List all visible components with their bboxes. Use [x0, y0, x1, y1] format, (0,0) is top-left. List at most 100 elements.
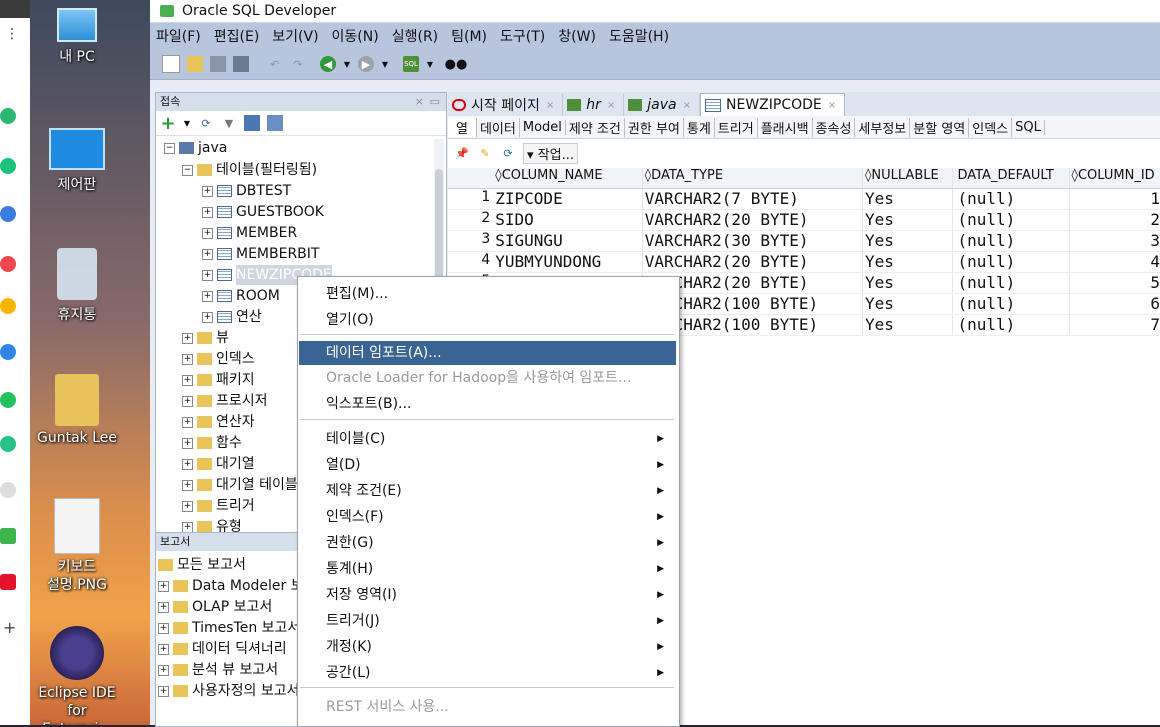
expand-icon[interactable]: +	[158, 580, 169, 592]
tree-node[interactable]: + 함수	[182, 433, 242, 453]
close-icon[interactable]: ×	[828, 100, 836, 111]
tab-newzipcode[interactable]: NEWZIPCODE ×	[700, 93, 846, 116]
menu-window[interactable]: 창(W)	[558, 26, 596, 46]
expand-icon[interactable]: +	[158, 601, 169, 613]
refresh-icon[interactable]: ⟳	[198, 115, 214, 131]
expand-icon[interactable]: +	[182, 332, 193, 344]
table-row[interactable]: 1 ZIPCODE VARCHAR2(7 BYTE) Yes (null) 1	[448, 189, 1160, 210]
expand-icon[interactable]: +	[182, 521, 193, 533]
app-avatar-icon[interactable]	[0, 482, 16, 498]
tree-node[interactable]: + 대기열 테이블	[182, 475, 298, 495]
desktop-icon-keyboard-png[interactable]: 키보드 설명.PNG	[32, 498, 122, 594]
menu-file[interactable]: 파일(F)	[156, 26, 201, 46]
collapse-icon[interactable]: −	[164, 142, 175, 154]
actions-dropdown[interactable]: ▾ 작업...	[523, 142, 578, 164]
tree-node[interactable]: + 연산자	[182, 412, 255, 432]
expand-icon[interactable]: +	[182, 374, 193, 386]
tree-node[interactable]: + 인덱스	[182, 349, 255, 369]
context-menu-item[interactable]: 트리거(J) ▶	[299, 609, 676, 633]
app-chat-icon[interactable]	[0, 158, 16, 174]
tree-node[interactable]: − 테이블(필터링됨)	[182, 160, 317, 180]
desktop-icon-control-panel[interactable]: 제어판	[32, 128, 122, 194]
pin-icon[interactable]: 📌	[454, 145, 470, 161]
context-menu-item[interactable]: 인덱스(F) ▶	[299, 505, 676, 529]
table-row[interactable]: 2 SIDO VARCHAR2(20 BYTE) Yes (null) 2	[448, 210, 1160, 231]
collapse-icon[interactable]: −	[182, 164, 193, 176]
binoculars-icon[interactable]: ●●	[445, 56, 468, 72]
app-news-icon[interactable]	[0, 528, 16, 544]
app-play-icon[interactable]	[0, 436, 16, 452]
forward-icon[interactable]: ▶	[358, 56, 374, 72]
new-icon[interactable]	[162, 55, 180, 73]
tab-java[interactable]: java ×	[624, 94, 701, 116]
expand-icon[interactable]: +	[158, 664, 169, 676]
menu-navigate[interactable]: 이동(N)	[332, 26, 379, 46]
expand-icon[interactable]: +	[182, 500, 193, 512]
more-icon[interactable]: ⋮	[5, 26, 19, 42]
subtab[interactable]: SQL	[1012, 119, 1045, 135]
app-heart-icon[interactable]	[0, 256, 16, 272]
context-menu-item[interactable]: 열(D) ▶	[299, 453, 676, 477]
app-now-icon[interactable]	[0, 574, 16, 590]
menu-tools[interactable]: 도구(T)	[500, 26, 545, 46]
menu-team[interactable]: 팀(M)	[451, 26, 487, 46]
context-menu-item[interactable]: 열기(O)	[299, 308, 676, 332]
add-dropdown-icon[interactable]: ▼	[183, 115, 191, 131]
expand-icon[interactable]: +	[202, 290, 213, 302]
expand-icon[interactable]: +	[182, 395, 193, 407]
filter-icon[interactable]: ▼	[221, 115, 237, 131]
close-icon[interactable]: ×	[607, 100, 615, 111]
expand-icon[interactable]: +	[182, 353, 193, 365]
tree-node[interactable]: + MEMBERBIT	[202, 244, 319, 264]
close-icon[interactable]: ×	[415, 93, 424, 111]
report-node[interactable]: + OLAP 보고서	[158, 597, 272, 617]
forward-dropdown-icon[interactable]: ▼	[381, 56, 389, 72]
subtab[interactable]: 데이터	[477, 117, 520, 137]
tree-node[interactable]: + 트리거	[182, 496, 255, 516]
context-menu-item[interactable]: 통계(H) ▶	[299, 557, 676, 581]
tree-node[interactable]: − java	[164, 138, 227, 158]
report-node[interactable]: + 사용자정의 보고서	[158, 681, 300, 701]
desktop-icon-mypc[interactable]: 내 PC	[32, 0, 122, 66]
schema-browser-icon[interactable]	[244, 115, 260, 131]
expand-icon[interactable]: +	[158, 685, 169, 697]
report-node[interactable]: + TimesTen 보고서	[158, 618, 300, 638]
context-menu-item[interactable]: 제약 조건(E) ▶	[299, 479, 676, 503]
subtab[interactable]: 권한 부여	[625, 117, 684, 137]
redo-icon[interactable]: ↷	[290, 56, 306, 72]
close-icon[interactable]: ×	[683, 100, 691, 111]
subtab[interactable]: 분할 영역	[910, 117, 970, 137]
tree-node[interactable]: + DBTEST	[202, 181, 291, 201]
add-icon[interactable]: +	[3, 618, 16, 637]
report-node[interactable]: + 데이터 딕셔너리	[158, 639, 287, 659]
report-node[interactable]: 모든 보고서	[158, 555, 246, 575]
context-menu-item[interactable]: 편집(M)...	[299, 282, 676, 306]
expand-icon[interactable]: +	[202, 248, 213, 260]
expand-icon[interactable]: +	[202, 269, 213, 281]
col-header-default[interactable]: DATA_DEFAULT	[953, 168, 1070, 188]
edit-icon[interactable]: ✎	[477, 145, 493, 161]
undo-icon[interactable]: ↶	[267, 56, 283, 72]
subtab[interactable]: 제약 조건	[566, 117, 625, 137]
refresh-icon[interactable]: ⟳	[500, 145, 516, 161]
tree-node[interactable]: + 프로시저	[182, 391, 268, 411]
report-node[interactable]: + 분석 뷰 보고서	[158, 660, 278, 680]
tree-node[interactable]: + 뷰	[182, 328, 229, 348]
subtab[interactable]: 트리거	[715, 117, 758, 137]
back-dropdown-icon[interactable]: ▼	[343, 56, 351, 72]
expand-icon[interactable]: +	[202, 185, 213, 197]
tree-node[interactable]: + GUESTBOOK	[202, 202, 324, 222]
subtab[interactable]: 세부정보	[855, 117, 911, 137]
subtab[interactable]: 종속성	[813, 117, 856, 137]
context-menu-item[interactable]: 테이블(C) ▶	[299, 427, 676, 451]
expand-icon[interactable]: +	[202, 206, 213, 218]
subtab[interactable]: 플래시백	[758, 117, 813, 137]
context-menu-item[interactable]: 데이터 임포트(A)...	[299, 341, 676, 365]
app-bag-icon[interactable]	[0, 206, 16, 222]
strip-top-button[interactable]	[0, 0, 30, 18]
context-menu-item[interactable]: 저장 영역(I) ▶	[299, 583, 676, 607]
context-menu-item[interactable]: 개정(K) ▶	[299, 635, 676, 659]
tree-node[interactable]: + 대기열	[182, 454, 255, 474]
tab-hr[interactable]: hr ×	[563, 94, 625, 116]
table-row[interactable]: 4 YUBMYUNDONG VARCHAR2(20 BYTE) Yes (null) 4	[448, 252, 1160, 273]
